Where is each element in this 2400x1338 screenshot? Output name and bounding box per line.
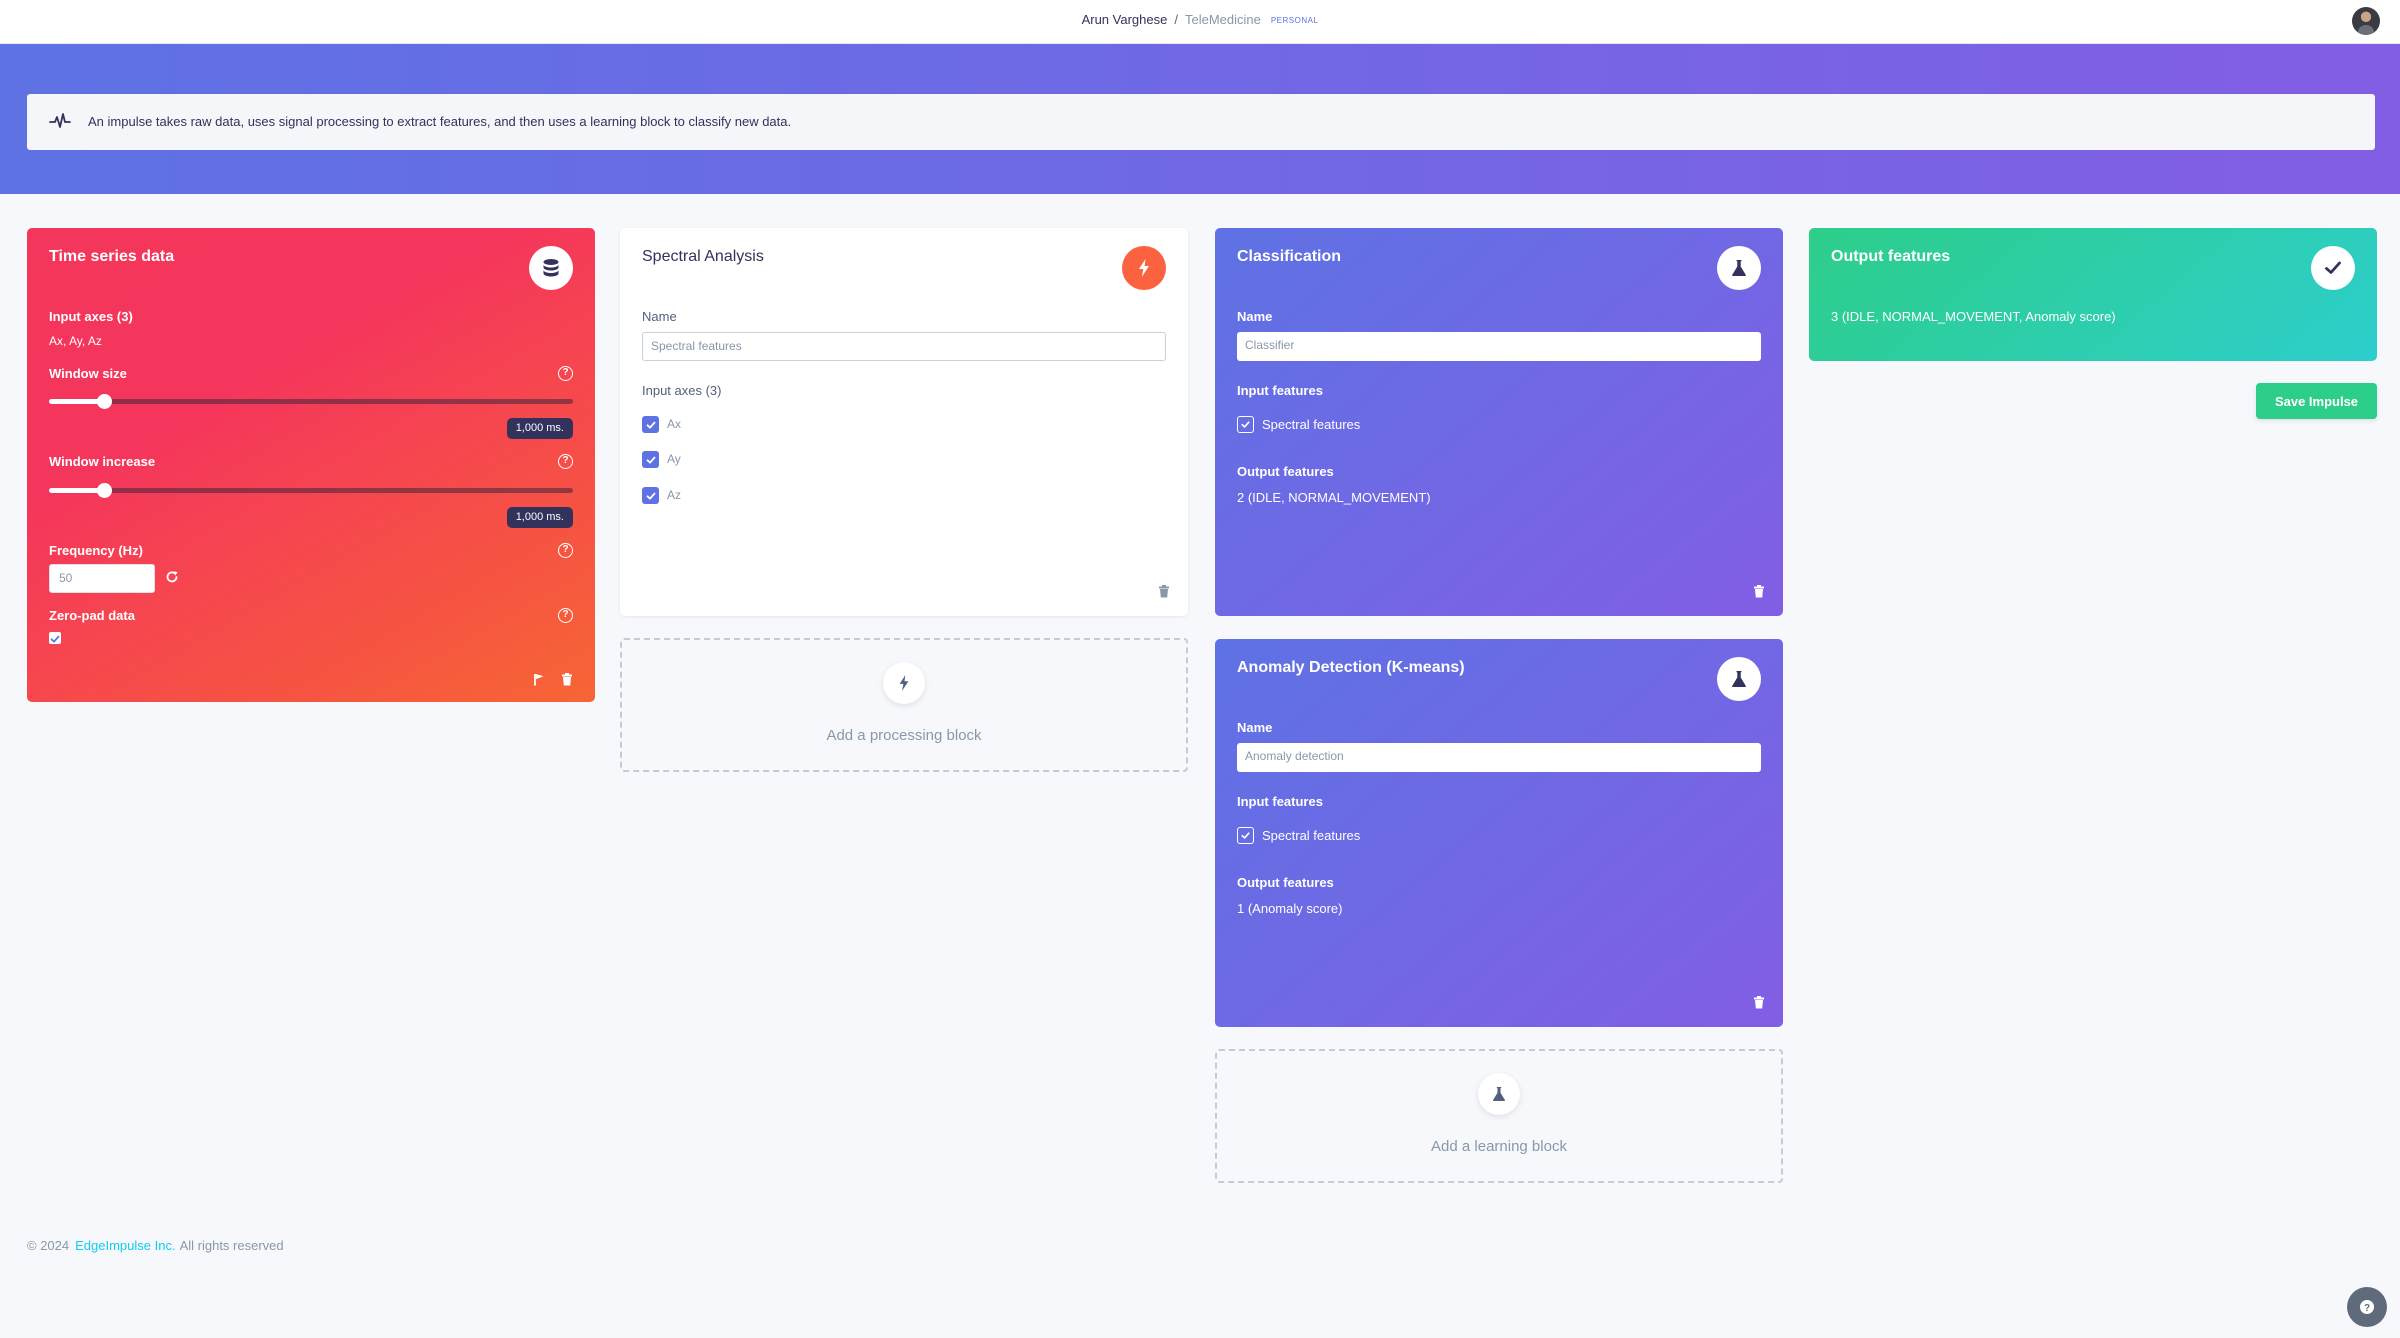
info-text: An impulse takes raw data, uses signal p… xyxy=(88,114,792,129)
output-features-value: 3 (IDLE, NORMAL_MOVEMENT, Anomaly score) xyxy=(1831,309,2116,324)
name-input[interactable]: Spectral features xyxy=(642,332,1166,361)
question-icon: ? xyxy=(2360,1300,2374,1314)
name-input[interactable]: Classifier xyxy=(1237,332,1761,361)
trash-icon[interactable] xyxy=(561,673,573,686)
trash-icon[interactable] xyxy=(1753,996,1765,1009)
card-title: Time series data xyxy=(49,248,175,265)
database-icon xyxy=(529,246,573,290)
check-icon xyxy=(50,635,60,643)
input-axes-label: Input axes (3) xyxy=(642,383,722,398)
input-axes-label: Input axes (3) xyxy=(49,309,133,324)
slider-fill xyxy=(49,488,105,493)
spectral-analysis-card: Spectral Analysis Name Spectral features… xyxy=(620,228,1188,616)
input-features-label: Input features xyxy=(1237,383,1323,398)
input-features-label: Input features xyxy=(1237,794,1323,809)
axis-label-az: Az xyxy=(667,488,682,502)
frequency-label: Frequency (Hz) xyxy=(49,543,143,558)
help-icon[interactable]: ? xyxy=(558,543,573,558)
flag-icon[interactable] xyxy=(533,673,545,686)
add-processing-block[interactable]: Add a processing block xyxy=(620,638,1188,772)
breadcrumb-user[interactable]: Arun Varghese xyxy=(1082,12,1168,27)
window-size-slider[interactable] xyxy=(49,394,573,409)
output-features-label: Output features xyxy=(1237,875,1334,890)
project-badge: PERSONAL xyxy=(1270,16,1319,26)
output-features-card: Output features 3 (IDLE, NORMAL_MOVEMENT… xyxy=(1809,228,2377,361)
output-features-value: 1 (Anomaly score) xyxy=(1237,901,1343,916)
card-footer xyxy=(533,673,573,686)
footer-brand-link[interactable]: EdgeImpulse Inc. xyxy=(75,1238,175,1253)
axis-label-ay: Ay xyxy=(667,452,681,466)
trash-icon[interactable] xyxy=(1753,585,1765,598)
bolt-icon xyxy=(883,662,925,704)
input-feature-label: Spectral features xyxy=(1262,417,1361,432)
check-icon xyxy=(646,421,655,429)
window-size-tooltip: 1,000 ms. xyxy=(506,418,573,439)
footer-copyright: © 2024 xyxy=(27,1238,70,1253)
name-label: Name xyxy=(1237,720,1273,735)
help-button[interactable]: ? xyxy=(2347,1287,2387,1327)
zero-pad-checkbox[interactable] xyxy=(49,632,61,644)
input-feature-checkbox[interactable] xyxy=(1237,416,1254,433)
help-icon[interactable]: ? xyxy=(558,608,573,623)
pulse-icon xyxy=(49,113,71,128)
slider-thumb[interactable] xyxy=(97,394,113,409)
window-increase-slider[interactable] xyxy=(49,483,573,498)
axis-label-ax: Ax xyxy=(667,417,682,431)
svg-text:?: ? xyxy=(2364,1303,2370,1314)
slider-thumb[interactable] xyxy=(97,483,113,498)
input-feature-checkbox[interactable] xyxy=(1237,827,1254,844)
breadcrumb-separator: / xyxy=(1174,12,1178,27)
add-learning-label: Add a learning block xyxy=(1431,1138,1567,1155)
avatar[interactable] xyxy=(2352,7,2380,35)
save-impulse-button[interactable]: Save Impulse xyxy=(2256,383,2377,419)
breadcrumb-project[interactable]: TeleMedicine xyxy=(1185,12,1261,27)
card-title: Classification xyxy=(1237,248,1342,265)
anomaly-detection-card: Anomaly Detection (K-means) Name Anomaly… xyxy=(1215,639,1783,1027)
axis-checkbox-az[interactable] xyxy=(642,487,659,504)
window-size-label: Window size xyxy=(49,366,127,381)
top-bar: Arun Varghese / TeleMedicine PERSONAL xyxy=(0,0,2400,44)
check-icon xyxy=(646,456,655,464)
name-input[interactable]: Anomaly detection xyxy=(1237,743,1761,772)
check-icon xyxy=(1241,832,1250,839)
window-increase-tooltip: 1,000 ms. xyxy=(506,507,573,528)
help-icon[interactable]: ? xyxy=(558,366,573,381)
check-icon xyxy=(1241,421,1250,428)
name-label: Name xyxy=(642,309,677,324)
axis-checkbox-ax[interactable] xyxy=(642,416,659,433)
time-series-card: Time series data Input axes (3) Ax, Ay, … xyxy=(27,228,595,702)
output-features-label: Output features xyxy=(1237,464,1334,479)
slider-fill xyxy=(49,399,105,404)
checkmark-icon xyxy=(2311,246,2355,290)
info-alert: An impulse takes raw data, uses signal p… xyxy=(27,94,2375,150)
output-features-value: 2 (IDLE, NORMAL_MOVEMENT) xyxy=(1237,490,1431,505)
trash-icon[interactable] xyxy=(1158,585,1170,598)
flask-icon xyxy=(1717,657,1761,701)
add-processing-label: Add a processing block xyxy=(826,727,982,744)
axis-checkbox-ay[interactable] xyxy=(642,451,659,468)
hero-banner: An impulse takes raw data, uses signal p… xyxy=(0,44,2400,194)
classification-card: Classification Name Classifier Input fea… xyxy=(1215,228,1783,616)
name-label: Name xyxy=(1237,309,1273,324)
flask-icon xyxy=(1478,1073,1520,1115)
input-feature-label: Spectral features xyxy=(1262,828,1361,843)
flask-icon xyxy=(1717,246,1761,290)
frequency-input[interactable]: 50 xyxy=(49,564,155,593)
window-increase-label: Window increase xyxy=(49,454,156,469)
card-title: Spectral Analysis xyxy=(642,248,764,265)
check-icon xyxy=(646,492,655,500)
add-learning-block[interactable]: Add a learning block xyxy=(1215,1049,1783,1183)
footer: © 2024 EdgeImpulse Inc. All rights reserve… xyxy=(27,1238,284,1253)
zero-pad-label: Zero-pad data xyxy=(49,608,135,623)
bolt-icon xyxy=(1122,246,1166,290)
input-axes-value: Ax, Ay, Az xyxy=(49,334,102,348)
footer-rights: All rights reserved xyxy=(179,1238,284,1253)
refresh-icon[interactable] xyxy=(165,570,179,584)
card-title: Anomaly Detection (K-means) xyxy=(1237,659,1465,676)
help-icon[interactable]: ? xyxy=(558,454,573,469)
breadcrumb: Arun Varghese / TeleMedicine PERSONAL xyxy=(0,12,2400,27)
card-title: Output features xyxy=(1831,248,1951,265)
